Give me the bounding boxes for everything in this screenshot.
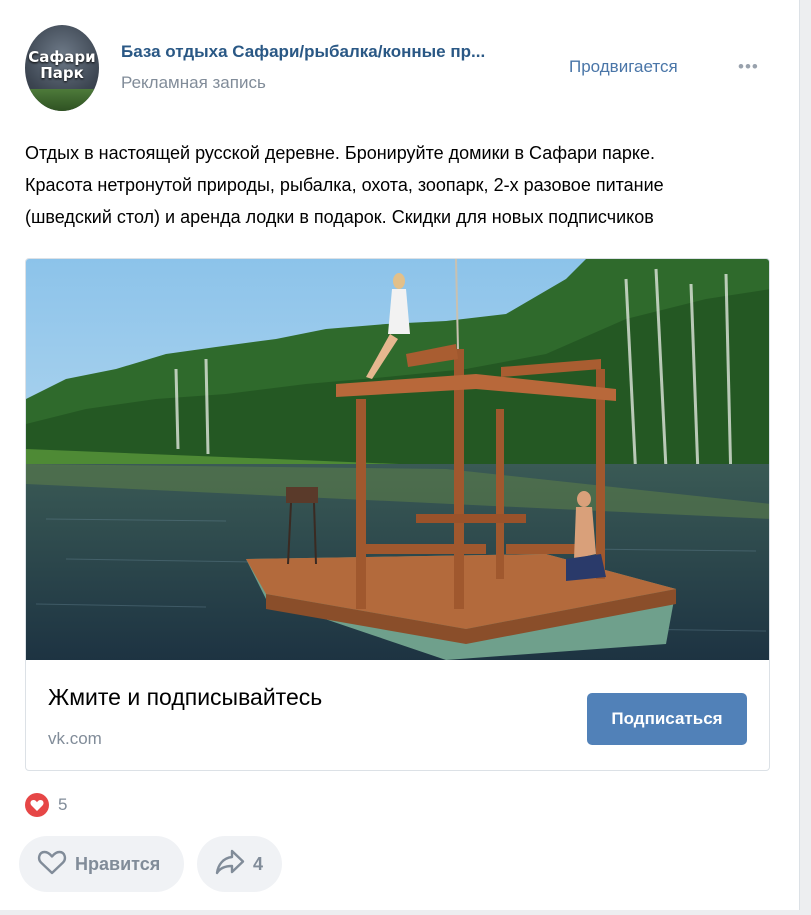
avatar-grass xyxy=(25,89,99,111)
link-attachment[interactable]: Жмите и подписывайтесь vk.com Подписатьс… xyxy=(25,258,770,771)
post-text-line: (шведский стол) и аренда лодки в подарок… xyxy=(25,207,654,227)
author-name-link[interactable]: База отдыха Сафари/рыбалка/конные пр... xyxy=(121,42,521,62)
post-text-line: Красота нетронутой природы, рыбалка, охо… xyxy=(25,175,664,195)
share-icon xyxy=(215,848,245,881)
share-count: 4 xyxy=(253,853,264,874)
heart-outline-icon xyxy=(37,848,67,881)
avatar-logo-line2: Парк xyxy=(40,64,84,82)
attachment-photo[interactable] xyxy=(26,259,770,660)
ad-label: Рекламная запись xyxy=(121,73,266,92)
post-text-line: Отдых в настоящей русской деревне. Брони… xyxy=(25,143,656,163)
subscribe-button[interactable]: Подписаться xyxy=(587,693,747,745)
more-options-icon[interactable]: ••• xyxy=(738,57,759,77)
likes-summary[interactable]: 5 xyxy=(25,793,67,817)
post-text: Отдых в настоящей русской деревне. Брони… xyxy=(25,137,765,233)
avatar-logo-text: Сафари Парк xyxy=(25,49,99,81)
post-card: Сафари Парк База отдыха Сафари/рыбалка/к… xyxy=(0,0,800,910)
attachment-domain: vk.com xyxy=(48,729,102,748)
like-button[interactable]: Нравится xyxy=(19,836,184,892)
promoted-status[interactable]: Продвигается xyxy=(569,57,678,77)
attachment-title[interactable]: Жмите и подписывайтесь xyxy=(48,684,322,711)
avatar-logo-line1: Сафари xyxy=(28,48,96,66)
share-button[interactable]: 4 xyxy=(197,836,282,892)
heart-icon xyxy=(25,793,49,817)
likes-count: 5 xyxy=(58,795,68,814)
like-label: Нравится xyxy=(75,853,161,874)
community-avatar[interactable]: Сафари Парк xyxy=(25,25,99,111)
